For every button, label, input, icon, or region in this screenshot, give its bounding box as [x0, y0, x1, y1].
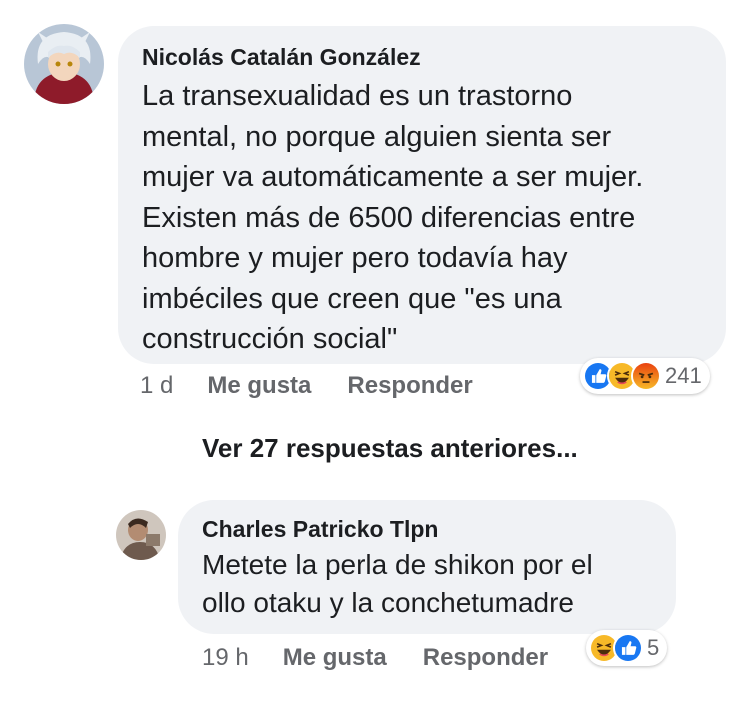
- reply-button[interactable]: Responder: [347, 372, 472, 400]
- comment-line: mujer va automáticamente a ser mujer.: [142, 161, 644, 193]
- reaction-summary[interactable]: 241: [580, 358, 710, 394]
- angry-icon: [631, 361, 661, 391]
- reply-reaction-count: 5: [647, 635, 660, 660]
- comment-line: mental, no porque alguien sienta ser: [142, 120, 612, 153]
- reply-meta: 19 h Me gusta Responder: [202, 642, 548, 674]
- comment-line: hombre y mujer pero todavía hay: [142, 242, 568, 274]
- reply-avatar[interactable]: [116, 510, 166, 560]
- avatar[interactable]: [24, 24, 104, 104]
- reply-like-button[interactable]: Me gusta: [283, 644, 387, 672]
- reply-line: ollo otaku y la conchetumadre: [202, 587, 574, 618]
- like-button[interactable]: Me gusta: [207, 372, 311, 400]
- view-previous-replies-link[interactable]: Ver 27 respuestas anteriores...: [202, 433, 578, 464]
- comment-time[interactable]: 1 d: [140, 372, 173, 400]
- comment-meta: 1 d Me gusta Responder: [140, 370, 473, 402]
- like-icon: [613, 633, 643, 663]
- comment-line: construcción social": [142, 323, 398, 355]
- comment-line: La transexualidad es un trastorno: [142, 80, 573, 112]
- reply-time[interactable]: 19 h: [202, 644, 249, 672]
- comment-text: La transexualidad es un trastorno mental…: [142, 76, 704, 360]
- reply-reply-button[interactable]: Responder: [423, 644, 548, 672]
- comment-line: Existen más de 6500 diferencias entre: [142, 201, 636, 234]
- reaction-count: 241: [665, 363, 702, 388]
- reply-author[interactable]: Charles Patricko Tlpn: [202, 514, 656, 544]
- reply-line: Metete la perla de shikon por el: [202, 549, 593, 580]
- comment-line: imbéciles que creen que "es una: [142, 282, 562, 315]
- reply-bubble: Charles Patricko Tlpn Metete la perla de…: [178, 500, 676, 634]
- reply-reaction-summary[interactable]: 5: [586, 630, 668, 666]
- comment-bubble: Nicolás Catalán González La transexualid…: [118, 26, 726, 364]
- comment-author[interactable]: Nicolás Catalán González: [142, 42, 704, 72]
- reply-text: Metete la perla de shikon por el ollo ot…: [202, 546, 656, 622]
